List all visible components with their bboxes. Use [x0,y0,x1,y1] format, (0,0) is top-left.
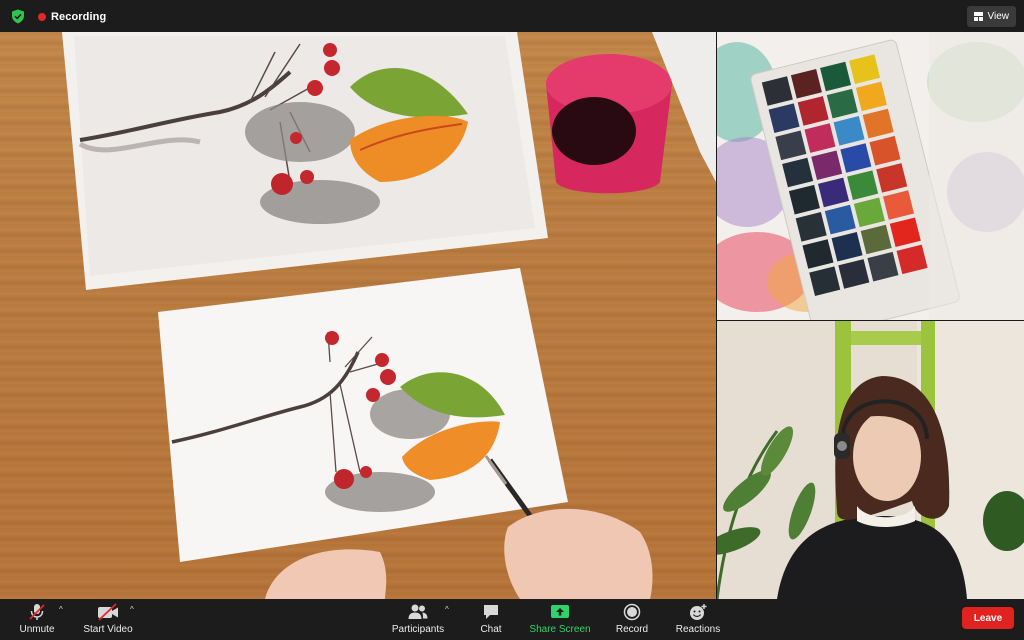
leave-meeting-button[interactable]: Leave [962,607,1014,629]
reactions-label: Reactions [675,624,721,635]
start-video-button[interactable]: Start Video [80,599,136,640]
meeting-top-bar: Recording View [0,0,1024,32]
water-cup [546,54,672,194]
view-button[interactable]: View [966,6,1016,27]
microphone-muted-icon [29,604,45,620]
audio-options-chevron-up-icon[interactable]: ^ [59,605,63,614]
participants-options-chevron-up-icon[interactable]: ^ [445,605,449,614]
participant-video-palette[interactable] [717,32,1024,320]
video-content-illustration [62,32,716,599]
recording-dot-icon [38,13,46,21]
person-video-illustration [717,321,1024,599]
security-shield-icon[interactable] [11,9,25,24]
chat-icon [484,605,498,619]
share-screen-label: Share Screen [529,624,591,635]
record-button[interactable]: Record [613,599,651,640]
view-grid-icon [973,12,983,21]
leave-label: Leave [973,612,1003,624]
chat-label: Chat [480,624,502,635]
chat-button[interactable]: Chat [475,599,507,640]
main-video-feed[interactable] [0,32,716,599]
unmute-button[interactable]: Unmute [16,599,58,640]
participants-button[interactable]: Participants [388,599,448,640]
start-video-label: Start Video [83,624,133,635]
reference-painting [62,32,548,290]
record-label: Record [615,624,649,635]
recording-indicator[interactable]: Recording [38,9,106,25]
reactions-icon [690,604,707,620]
participant-video-person[interactable] [717,321,1024,599]
view-label: View [987,11,1010,22]
record-icon [623,603,641,621]
participants-icon [408,604,428,619]
share-screen-button[interactable]: Share Screen [528,599,592,640]
reactions-button[interactable]: Reactions [674,599,722,640]
share-screen-icon [551,605,569,618]
work-in-progress-painting [158,268,568,562]
video-options-chevron-up-icon[interactable]: ^ [130,605,134,614]
video-off-icon [98,603,118,621]
palette-video-illustration [717,32,1024,320]
participants-label: Participants [391,624,445,635]
unmute-label: Unmute [19,624,55,635]
recording-label: Recording [51,11,107,23]
meeting-controls-toolbar: Unmute ^ Start Video ^ Participants ^ Ch… [0,599,1024,640]
